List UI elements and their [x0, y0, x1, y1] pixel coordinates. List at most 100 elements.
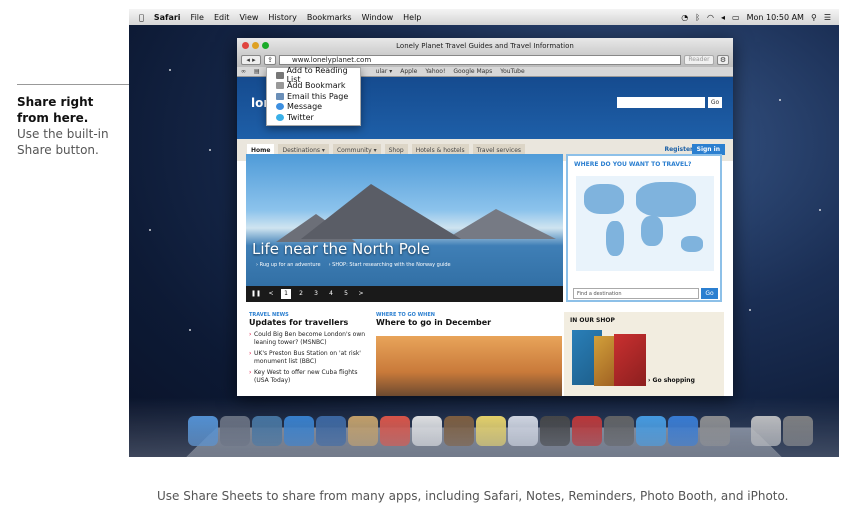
- contacts-icon[interactable]: [348, 416, 378, 446]
- guidebook-image[interactable]: [614, 334, 646, 386]
- mail-icon[interactable]: [316, 416, 346, 446]
- zoom-icon[interactable]: [262, 42, 269, 49]
- hero-banner[interactable]: Life near the North Pole › Rug up for an…: [246, 154, 563, 302]
- menu-clock[interactable]: Mon 10:50 AM: [747, 13, 804, 22]
- launchpad-icon[interactable]: [220, 416, 250, 446]
- prev-icon[interactable]: <: [266, 289, 276, 299]
- wifi-icon[interactable]: ◠: [707, 13, 714, 22]
- menu-view[interactable]: View: [239, 13, 258, 22]
- downloads-button[interactable]: ⚙: [717, 55, 729, 65]
- share-message[interactable]: Message: [267, 102, 360, 113]
- news-item[interactable]: Key West to offer new Cuba flights (USA …: [249, 369, 369, 385]
- menu-history[interactable]: History: [268, 13, 296, 22]
- menu-bar:  Safari File Edit View History Bookmark…: [129, 9, 839, 25]
- bookmark-apple[interactable]: Apple: [400, 68, 417, 75]
- shop-title: IN OUR SHOP: [570, 317, 615, 324]
- trash-icon[interactable]: [783, 416, 813, 446]
- messages-icon[interactable]: [508, 416, 538, 446]
- reading-list-icon[interactable]: ∞: [241, 68, 246, 75]
- page-5[interactable]: 5: [341, 289, 351, 299]
- bookmark-yahoo[interactable]: Yahoo!: [425, 68, 445, 75]
- menu-bookmarks[interactable]: Bookmarks: [307, 13, 352, 22]
- bookmark-google-maps[interactable]: Google Maps: [453, 68, 492, 75]
- travel-news: TRAVEL NEWS Updates for travellers Could…: [249, 312, 369, 388]
- time-machine-icon[interactable]: ◔: [681, 13, 688, 22]
- mail-icon: [276, 92, 284, 100]
- hero-title[interactable]: Life near the North Pole: [252, 240, 430, 258]
- page-2[interactable]: 2: [296, 289, 306, 299]
- battery-icon[interactable]: ▭: [732, 13, 740, 22]
- page-1[interactable]: 1: [281, 289, 291, 299]
- map-title: WHERE DO YOU WANT TO TRAVEL?: [574, 161, 692, 168]
- window-titlebar: Lonely Planet Travel Guides and Travel I…: [237, 38, 733, 53]
- photo-booth-icon[interactable]: [572, 416, 602, 446]
- page-4[interactable]: 4: [326, 289, 336, 299]
- itunes-icon[interactable]: [636, 416, 666, 446]
- mission-control-icon[interactable]: [252, 416, 282, 446]
- menu-file[interactable]: File: [191, 13, 204, 22]
- site-search-go[interactable]: Go: [708, 97, 722, 108]
- message-icon: [276, 103, 284, 111]
- hero-links: › Rug up for an adventure › SHOP: Start …: [256, 262, 451, 268]
- dock: [187, 416, 814, 446]
- caption: Use Share Sheets to share from many apps…: [157, 489, 789, 503]
- spotlight-icon[interactable]: ⚲: [811, 13, 817, 22]
- destination-input[interactable]: Find a destination: [573, 288, 699, 299]
- close-icon[interactable]: [242, 42, 249, 49]
- callout-body: Use the built-in Share button.: [17, 127, 109, 157]
- documents-icon[interactable]: [751, 416, 781, 446]
- calendar-icon[interactable]: [380, 416, 410, 446]
- apple-menu-icon[interactable]: : [139, 13, 144, 22]
- share-twitter[interactable]: Twitter: [267, 112, 360, 123]
- address-bar[interactable]: www.lonelyplanet.com: [279, 55, 681, 65]
- menu-app-name[interactable]: Safari: [154, 13, 181, 22]
- news-item[interactable]: Could Big Ben become London's own leanin…: [249, 331, 369, 347]
- system-preferences-icon[interactable]: [700, 416, 730, 446]
- dock-shelf: [186, 427, 782, 457]
- hero-link-shop[interactable]: › SHOP: Start researching with the Norwa…: [329, 262, 451, 268]
- minimize-icon[interactable]: [252, 42, 259, 49]
- notification-center-icon[interactable]: ☰: [824, 13, 831, 22]
- pause-icon[interactable]: ❚❚: [251, 289, 261, 299]
- callout: Share right from here. Use the built-in …: [17, 94, 122, 158]
- bluetooth-icon[interactable]: ᛒ: [695, 13, 700, 22]
- register-link[interactable]: Register: [664, 146, 693, 153]
- notes-icon[interactable]: [444, 416, 474, 446]
- share-button[interactable]: ⇪: [264, 55, 276, 65]
- app-store-icon[interactable]: [668, 416, 698, 446]
- reading-list-icon: [276, 71, 284, 79]
- site-search-input[interactable]: [617, 97, 705, 108]
- safari-icon[interactable]: [284, 416, 314, 446]
- reader-button[interactable]: Reader: [684, 55, 714, 65]
- bookmark-youtube[interactable]: YouTube: [500, 68, 524, 75]
- volume-icon[interactable]: ◂: [721, 13, 725, 22]
- next-icon[interactable]: >: [356, 289, 366, 299]
- december-photo[interactable]: [376, 336, 562, 396]
- menu-window[interactable]: Window: [362, 13, 394, 22]
- stickies-icon[interactable]: [476, 416, 506, 446]
- bookmark-popular[interactable]: ular ▾: [376, 68, 393, 75]
- where-to-go: WHERE TO GO WHEN Where to go in December: [376, 312, 566, 331]
- go-shopping-link[interactable]: › Go shopping: [648, 377, 695, 384]
- share-email[interactable]: Email this Page: [267, 91, 360, 102]
- menu-edit[interactable]: Edit: [214, 13, 230, 22]
- browser-toolbar: ◂ ▸ ⇪ www.lonelyplanet.com Reader ⚙: [237, 53, 733, 67]
- back-forward-button[interactable]: ◂ ▸: [241, 55, 261, 65]
- iphoto-icon[interactable]: [604, 416, 634, 446]
- news-item[interactable]: UK's Preston Bus Station on 'at risk' mo…: [249, 350, 369, 366]
- show-all-bookmarks-icon[interactable]: ▤: [254, 68, 260, 75]
- menu-help[interactable]: Help: [403, 13, 421, 22]
- shop-panel: IN OUR SHOP › Go shopping: [564, 312, 724, 396]
- safari-window: Lonely Planet Travel Guides and Travel I…: [237, 38, 733, 396]
- world-map-icon[interactable]: [576, 176, 714, 271]
- finder-icon[interactable]: [188, 416, 218, 446]
- destination-go-button[interactable]: Go: [701, 288, 718, 299]
- hero-link-adventure[interactable]: › Rug up for an adventure: [256, 262, 321, 268]
- news-heading[interactable]: Updates for travellers: [249, 318, 369, 327]
- reminders-icon[interactable]: [412, 416, 442, 446]
- goto-heading[interactable]: Where to go in December: [376, 318, 566, 327]
- facetime-icon[interactable]: [540, 416, 570, 446]
- window-title: Lonely Planet Travel Guides and Travel I…: [396, 41, 574, 50]
- share-add-reading-list[interactable]: Add to Reading List: [267, 66, 360, 84]
- page-3[interactable]: 3: [311, 289, 321, 299]
